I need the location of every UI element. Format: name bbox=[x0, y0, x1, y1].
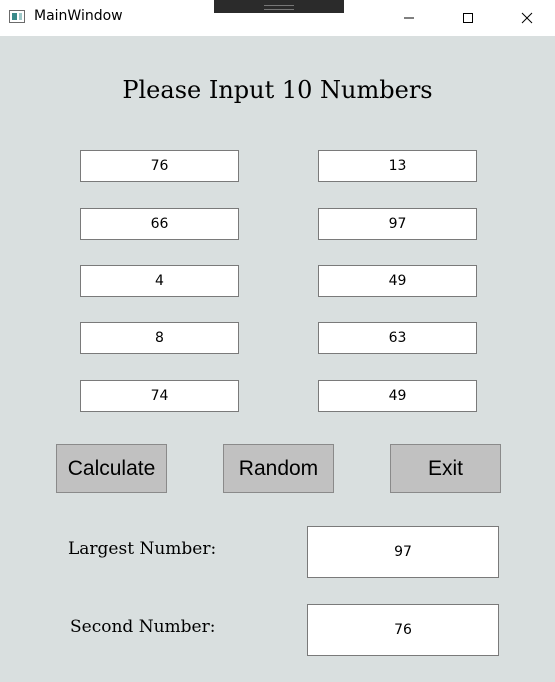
number-input-8[interactable] bbox=[318, 322, 477, 354]
close-icon bbox=[521, 12, 533, 24]
app-icon bbox=[9, 10, 25, 23]
number-input-10[interactable] bbox=[318, 380, 477, 412]
number-input-3[interactable] bbox=[80, 208, 239, 240]
maximize-icon bbox=[463, 13, 473, 23]
exit-button[interactable]: Exit bbox=[390, 444, 501, 493]
largest-number-label: Largest Number: bbox=[68, 539, 217, 559]
number-input-2[interactable] bbox=[318, 150, 477, 182]
close-button[interactable] bbox=[504, 0, 550, 36]
second-number-output: 76 bbox=[307, 604, 499, 656]
maximize-button[interactable] bbox=[445, 0, 491, 36]
minimize-icon bbox=[404, 17, 414, 19]
window-content bbox=[0, 36, 555, 682]
number-input-4[interactable] bbox=[318, 208, 477, 240]
number-input-7[interactable] bbox=[80, 322, 239, 354]
number-input-9[interactable] bbox=[80, 380, 239, 412]
number-input-5[interactable] bbox=[80, 265, 239, 297]
calculate-button[interactable]: Calculate bbox=[56, 444, 167, 493]
page-title: Please Input 10 Numbers bbox=[122, 76, 433, 104]
drag-handle[interactable] bbox=[214, 0, 344, 13]
second-number-label: Second Number: bbox=[70, 617, 216, 637]
window-title: MainWindow bbox=[34, 8, 123, 24]
number-input-1[interactable] bbox=[80, 150, 239, 182]
number-input-6[interactable] bbox=[318, 265, 477, 297]
largest-number-output: 97 bbox=[307, 526, 499, 578]
minimize-button[interactable] bbox=[386, 0, 432, 36]
random-button[interactable]: Random bbox=[223, 444, 334, 493]
title-bar[interactable]: MainWindow bbox=[0, 0, 555, 36]
